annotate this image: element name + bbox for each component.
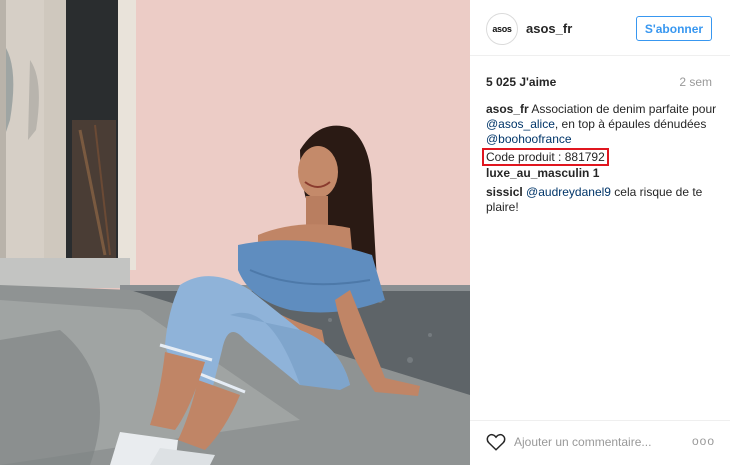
avatar-logo-text: asos: [492, 24, 512, 34]
comment-item: luxe_au_masculin 1: [486, 166, 720, 181]
post-photo[interactable]: [0, 0, 470, 465]
comment-username[interactable]: luxe_au_masculin 1: [486, 166, 599, 180]
comment-item: sissicl @audreydanel9 cela risque de te …: [486, 185, 720, 215]
post-footer: ooo: [470, 420, 730, 465]
header-username[interactable]: asos_fr: [526, 21, 572, 36]
post-time[interactable]: 2 sem: [679, 75, 712, 89]
more-options-icon[interactable]: ooo: [692, 434, 715, 448]
likes-count[interactable]: 5 025 J'aime: [486, 75, 556, 89]
caption-mention-asos-alice[interactable]: @asos_alice: [486, 117, 555, 131]
follow-button[interactable]: S'abonner: [636, 16, 712, 41]
caption-mention-boohoofrance[interactable]: @boohoofrance: [486, 132, 572, 146]
comment-username[interactable]: sissicl: [486, 185, 523, 199]
product-code: Code produit : 881792: [486, 150, 605, 164]
caption-username[interactable]: asos_fr: [486, 102, 529, 116]
caption-text: Association de denim parfaite pour: [531, 102, 717, 116]
avatar[interactable]: asos: [486, 13, 518, 45]
product-code-highlight: Code produit : 881792: [482, 148, 609, 166]
post-caption: asos_fr Association de denim parfaite po…: [482, 102, 720, 166]
post-header: asos asos_fr S'abonner: [470, 0, 730, 56]
comment-mention[interactable]: @audreydanel9: [526, 185, 611, 199]
post-side-panel: asos asos_fr S'abonner 5 025 J'aime 2 se…: [470, 0, 730, 465]
caption-text-2: , en top à épaules dénudées: [554, 117, 707, 131]
heart-icon[interactable]: [486, 433, 506, 451]
comment-input[interactable]: [514, 434, 684, 450]
